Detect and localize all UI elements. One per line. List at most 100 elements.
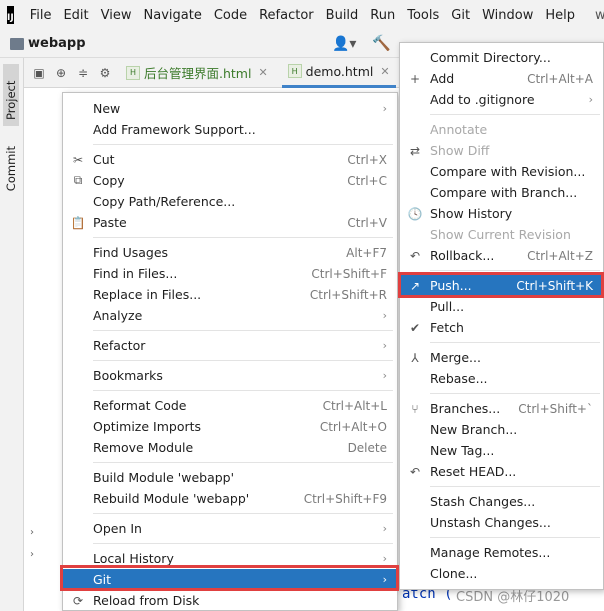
menu-refactor[interactable]: Refactor xyxy=(253,8,320,23)
menu-item-label: Manage Remotes... xyxy=(430,545,551,560)
menu-item-open-in[interactable]: Open In › xyxy=(63,518,397,539)
menu-item-optimize-imports[interactable]: Optimize Imports Ctrl+Alt+O xyxy=(63,416,397,437)
menu-item-local-history[interactable]: Local History › xyxy=(63,548,397,569)
menu-item-add-to-gitignore[interactable]: Add to .gitignore › xyxy=(400,89,603,110)
menu-item-bookmarks[interactable]: Bookmarks › xyxy=(63,365,397,386)
menu-item-add[interactable]: + Add Ctrl+Alt+A xyxy=(400,68,603,89)
menu-item-copy-path-reference[interactable]: Copy Path/Reference... xyxy=(63,191,397,212)
menu-item-git[interactable]: Git › xyxy=(63,569,397,590)
menu-item-copy[interactable]: ⧉ Copy Ctrl+C xyxy=(63,170,397,191)
menu-item-merge[interactable]: ⅄ Merge... xyxy=(400,347,603,368)
chevron-right-icon: › xyxy=(382,522,387,535)
menu-item-icon: + xyxy=(409,71,421,86)
menu-item-icon: 🕓 xyxy=(407,206,423,221)
menu-item-show-current-revision[interactable]: Show Current Revision xyxy=(400,224,603,245)
intellij-logo-icon: IJ xyxy=(7,6,14,24)
menu-item-icon: ✂ xyxy=(72,152,84,167)
hammer-icon[interactable]: 🔨 xyxy=(372,34,391,52)
menu-item-label: Replace in Files... xyxy=(93,287,202,302)
menu-item-paste[interactable]: 📋 Paste Ctrl+V xyxy=(63,212,397,233)
menu-item-fetch[interactable]: ✔ Fetch xyxy=(400,317,603,338)
menu-item-icon: ⑂ xyxy=(411,401,419,416)
menu-tools[interactable]: Tools xyxy=(401,8,445,23)
menu-item-shortcut: Ctrl+Alt+Z xyxy=(527,248,593,263)
tab-demo-html[interactable]: H demo.html ✕ xyxy=(281,58,396,88)
menu-code[interactable]: Code xyxy=(208,8,253,23)
menu-item-icon: ⇄ xyxy=(409,143,421,158)
menu-item-annotate[interactable]: Annotate xyxy=(400,119,603,140)
menu-item-build-module-webapp[interactable]: Build Module 'webapp' xyxy=(63,467,397,488)
project-name[interactable]: webapp xyxy=(28,36,86,51)
tab-admin-html[interactable]: H 后台管理界面.html ✕ xyxy=(120,58,274,88)
menu-item-refactor[interactable]: Refactor › xyxy=(63,335,397,356)
menu-item-new[interactable]: New › xyxy=(63,98,397,119)
menu-item-compare-with-branch[interactable]: Compare with Branch... xyxy=(400,182,603,203)
menu-item-show-history[interactable]: 🕓 Show History xyxy=(400,203,603,224)
target-icon[interactable]: ⊕ xyxy=(54,66,68,80)
menu-separator xyxy=(430,393,600,394)
menu-item-add-framework-support[interactable]: Add Framework Support... xyxy=(63,119,397,140)
menu-item-new-tag[interactable]: New Tag... xyxy=(400,440,603,461)
menu-item-reset-head[interactable]: ↶ Reset HEAD... xyxy=(400,461,603,482)
menu-file[interactable]: File xyxy=(24,8,58,23)
menu-separator xyxy=(93,390,393,391)
menu-edit[interactable]: Edit xyxy=(57,8,94,23)
menu-item-shortcut: Ctrl+Shift+F9 xyxy=(303,491,387,506)
menu-item-clone[interactable]: Clone... xyxy=(400,563,603,584)
user-icon[interactable]: 👤▾ xyxy=(332,36,356,52)
tool-tab-project[interactable]: Project xyxy=(3,64,19,126)
menu-bar: IJ File Edit View Navigate Code Refactor… xyxy=(0,0,604,30)
menu-item-new-branch[interactable]: New Branch... xyxy=(400,419,603,440)
menu-item-icon: 📋 xyxy=(70,215,86,230)
menu-build[interactable]: Build xyxy=(320,8,365,23)
menu-separator xyxy=(430,342,600,343)
menu-help[interactable]: Help xyxy=(539,8,581,23)
menu-git[interactable]: Git xyxy=(445,8,476,23)
menu-item-branches[interactable]: ⑂ Branches... Ctrl+Shift+` xyxy=(400,398,603,419)
menu-item-label: Copy Path/Reference... xyxy=(93,194,236,209)
menu-item-label: Reset HEAD... xyxy=(430,464,517,479)
menu-item-pull[interactable]: Pull... xyxy=(400,296,603,317)
menu-view[interactable]: View xyxy=(95,8,138,23)
menu-item-reformat-code[interactable]: Reformat Code Ctrl+Alt+L xyxy=(63,395,397,416)
project-context-menu: New › Add Framework Support... ✂ Cut Ctrl+X ⧉ C… xyxy=(62,92,398,611)
tool-tab-commit[interactable]: Commit xyxy=(3,140,19,197)
collapse-icon[interactable]: ≑ xyxy=(76,66,90,80)
menu-item-remove-module[interactable]: Remove Module Delete xyxy=(63,437,397,458)
menu-item-show-diff[interactable]: ⇄ Show Diff xyxy=(400,140,603,161)
menu-item-find-usages[interactable]: Find Usages Alt+F7 xyxy=(63,242,397,263)
chevron-right-icon: › xyxy=(382,102,387,115)
menu-item-stash-changes[interactable]: Stash Changes... xyxy=(400,491,603,512)
html-file-icon: H xyxy=(287,64,302,78)
menu-item-find-in-files[interactable]: Find in Files... Ctrl+Shift+F xyxy=(63,263,397,284)
menu-item-label: Analyze xyxy=(93,308,143,323)
menu-item-rollback[interactable]: ↶ Rollback... Ctrl+Alt+Z xyxy=(400,245,603,266)
menu-item-push[interactable]: ↗ Push... Ctrl+Shift+K xyxy=(400,275,603,296)
menu-item-cut[interactable]: ✂ Cut Ctrl+X xyxy=(63,149,397,170)
close-icon[interactable]: ✕ xyxy=(258,66,267,79)
menu-item-label: Commit Directory... xyxy=(430,50,551,65)
menu-item-compare-with-revision[interactable]: Compare with Revision... xyxy=(400,161,603,182)
menu-item-commit-directory[interactable]: Commit Directory... xyxy=(400,47,603,68)
menu-item-label: Pull... xyxy=(430,299,465,314)
menu-item-manage-remotes[interactable]: Manage Remotes... xyxy=(400,542,603,563)
gear-icon[interactable]: ⚙ xyxy=(98,66,112,80)
menu-navigate[interactable]: Navigate xyxy=(138,8,208,23)
menu-item-unstash-changes[interactable]: Unstash Changes... xyxy=(400,512,603,533)
close-icon[interactable]: ✕ xyxy=(380,65,389,78)
layout-icon[interactable]: ▣ xyxy=(32,66,46,80)
menu-item-rebuild-module-webapp[interactable]: Rebuild Module 'webapp' Ctrl+Shift+F9 xyxy=(63,488,397,509)
menu-item-icon: ⅄ xyxy=(411,350,419,365)
menu-item-label: Add xyxy=(430,71,455,86)
menu-window[interactable]: Window xyxy=(476,8,539,23)
menu-item-icon: ↗ xyxy=(409,278,421,293)
menu-item-rebase[interactable]: Rebase... xyxy=(400,368,603,389)
tree-expand-icon[interactable]: › xyxy=(30,549,34,560)
menu-item-label: Paste xyxy=(93,215,127,230)
menu-item-shortcut: Ctrl+Shift+` xyxy=(518,401,593,416)
tree-expand-icon[interactable]: › xyxy=(30,527,34,538)
menu-item-replace-in-files[interactable]: Replace in Files... Ctrl+Shift+R xyxy=(63,284,397,305)
menu-item-analyze[interactable]: Analyze › xyxy=(63,305,397,326)
menu-item-reload-from-disk[interactable]: ⟳ Reload from Disk xyxy=(63,590,397,611)
menu-run[interactable]: Run xyxy=(364,8,401,23)
